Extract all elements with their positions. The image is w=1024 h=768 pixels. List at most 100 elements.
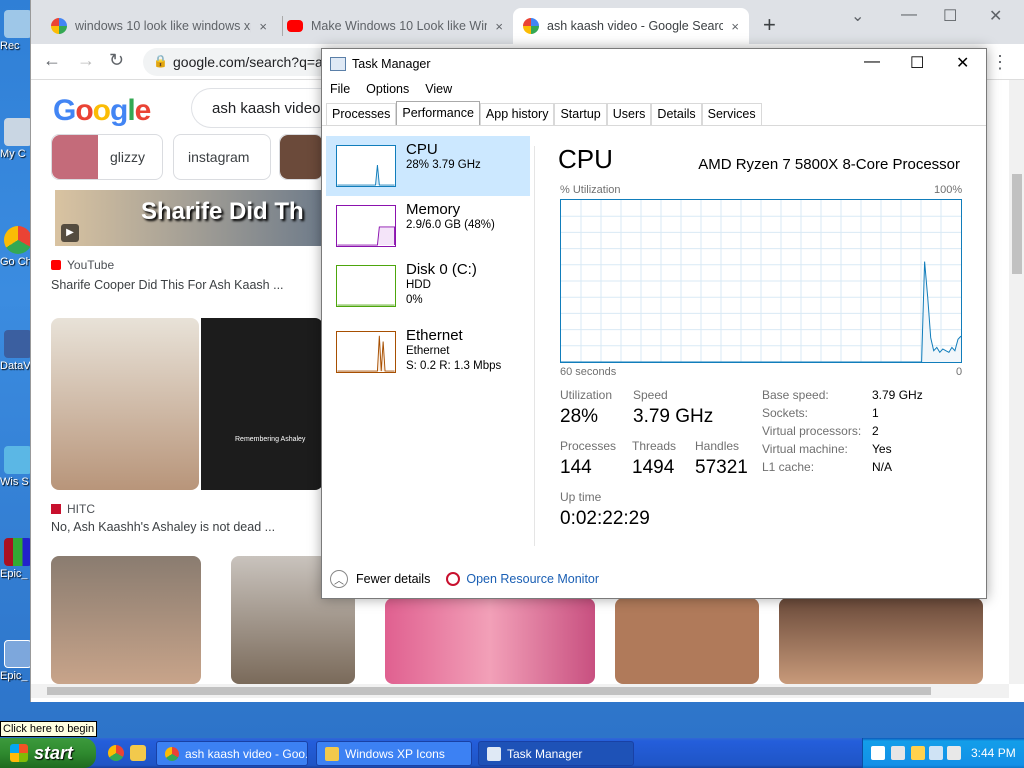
epic-file-icon[interactable]: Epic_: [0, 640, 34, 682]
wise-desktop-icon[interactable]: Wis S: [0, 446, 34, 488]
resource-ethernet[interactable]: Ethernet Ethernet S: 0.2 R: 1.3 Mbps: [326, 322, 530, 382]
network-icon[interactable]: [871, 746, 885, 760]
close-tab-icon[interactable]: ×: [731, 19, 739, 34]
chevron-down-icon[interactable]: ⌄: [851, 6, 864, 26]
result-title[interactable]: No, Ash Kaashh's Ashaley is not dead ...: [51, 520, 275, 534]
close-tab-icon[interactable]: ×: [259, 19, 267, 34]
menu-bar: File Options View: [322, 79, 986, 101]
result-image[interactable]: [779, 598, 983, 684]
windows-flag-icon: [10, 744, 28, 762]
processor-name: AMD Ryzen 7 5800X 8-Core Processor: [698, 156, 960, 173]
fewer-details-button[interactable]: ︿ Fewer details: [330, 570, 430, 588]
recycle-bin-icon[interactable]: Rec: [0, 10, 34, 52]
resource-cpu[interactable]: CPU 28% 3.79 GHz: [326, 136, 530, 196]
tab-details[interactable]: Details: [651, 103, 702, 125]
tab-services[interactable]: Services: [701, 103, 762, 125]
time-axis-end-label: 0: [956, 366, 963, 378]
scrollbar-thumb[interactable]: [1012, 174, 1022, 274]
base-speed-label: Base speed:: [762, 388, 829, 402]
menu-options[interactable]: Options: [358, 79, 417, 101]
processes-value: 144: [560, 457, 592, 478]
scrollbar-thumb[interactable]: [47, 687, 931, 695]
chip-thumbnail: [280, 135, 322, 179]
close-tab-icon[interactable]: ×: [495, 19, 503, 34]
chip-more[interactable]: [279, 134, 323, 180]
chrome-desktop-icon[interactable]: Go Ch: [0, 226, 34, 268]
tab-strip: windows 10 look like windows xp × Make W…: [31, 0, 1024, 44]
video-thumbnail[interactable]: Sharife Did Th ▶: [55, 190, 325, 246]
tab-ash-kaash-video[interactable]: ash kaash video - Google Search ×: [513, 8, 749, 44]
volume-icon[interactable]: [947, 746, 961, 760]
taskbar-button-task-manager[interactable]: Task Manager: [478, 741, 634, 766]
virtual-processors-value: 2: [872, 424, 879, 438]
resource-detail: HDD: [406, 279, 431, 291]
maximize-icon[interactable]: ☐: [910, 53, 924, 73]
youtube-favicon-icon: [287, 20, 303, 32]
maximize-icon[interactable]: ☐: [943, 6, 957, 26]
chrome-quicklaunch-icon[interactable]: [108, 745, 124, 761]
menu-view[interactable]: View: [417, 79, 460, 101]
sockets-value: 1: [872, 406, 879, 420]
disk-mini-graph: [336, 265, 396, 307]
memory-mini-graph: [336, 205, 396, 247]
result-title[interactable]: Sharife Cooper Did This For Ash Kaash ..…: [51, 278, 284, 292]
chip-instagram[interactable]: instagram: [173, 134, 271, 180]
datav-desktop-icon[interactable]: DataV: [0, 330, 34, 372]
forward-arrow-icon[interactable]: →: [77, 50, 95, 71]
my-computer-icon[interactable]: My C: [0, 118, 34, 160]
tab-startup[interactable]: Startup: [554, 103, 607, 125]
l1-cache-value: N/A: [872, 460, 893, 474]
handles-label: Handles: [695, 439, 740, 453]
result-image[interactable]: [615, 598, 759, 684]
utilization-value: 28%: [560, 406, 599, 427]
chip-glizzy[interactable]: glizzy: [51, 134, 163, 180]
display-icon[interactable]: [929, 746, 943, 760]
tab-bar: Processes Performance App history Startu…: [326, 101, 762, 125]
result-image[interactable]: [385, 598, 595, 684]
menu-kebab-icon[interactable]: ⋮: [991, 52, 1009, 73]
taskbar-button-chrome[interactable]: ash kaash video - Goo...: [156, 741, 308, 766]
tab-processes[interactable]: Processes: [326, 103, 397, 125]
back-arrow-icon[interactable]: ←: [43, 50, 61, 71]
time-axis-label: 60 seconds: [560, 366, 617, 378]
tab-windows-10-xp[interactable]: windows 10 look like windows xp ×: [41, 8, 277, 44]
close-icon[interactable]: ✕: [956, 53, 969, 73]
l1-cache-label: L1 cache:: [762, 460, 815, 474]
reload-icon[interactable]: ↻: [109, 50, 124, 71]
winrar-archive-icon[interactable]: Epic_: [0, 538, 34, 580]
clock[interactable]: 3:44 PM: [971, 746, 1016, 760]
vertical-scrollbar[interactable]: [1009, 80, 1024, 684]
speed-label: Speed: [633, 388, 668, 402]
tab-users[interactable]: Users: [606, 103, 652, 125]
task-manager-titlebar[interactable]: Task Manager — ☐ ✕: [322, 49, 986, 79]
resource-name: Ethernet: [406, 327, 463, 344]
task-manager-window: Task Manager — ☐ ✕ File Options View Pro…: [321, 48, 987, 599]
result-image[interactable]: Remembering Ashaley: [201, 318, 323, 490]
folder-quicklaunch-icon[interactable]: [130, 745, 146, 761]
notification-icon[interactable]: [911, 746, 925, 760]
horizontal-scrollbar[interactable]: [31, 684, 1009, 698]
taskbar-button-windows-xp-icons[interactable]: Windows XP Icons: [316, 741, 472, 766]
result-image[interactable]: [51, 556, 201, 684]
google-logo[interactable]: Google: [53, 94, 151, 128]
handles-value: 57321: [695, 457, 748, 478]
menu-file[interactable]: File: [322, 79, 358, 101]
new-tab-button[interactable]: +: [763, 14, 776, 36]
tab-performance[interactable]: Performance: [396, 101, 480, 125]
open-resource-monitor-link[interactable]: Open Resource Monitor: [446, 572, 599, 586]
start-button[interactable]: start: [0, 738, 96, 768]
utilization-axis-label: % Utilization: [560, 184, 621, 196]
tab-app-history[interactable]: App history: [479, 103, 555, 125]
result-image[interactable]: [51, 318, 199, 490]
chrome-icon: [165, 746, 179, 761]
google-favicon-icon: [51, 18, 67, 34]
close-window-icon[interactable]: ✕: [989, 6, 1002, 26]
security-shield-icon[interactable]: [891, 746, 905, 760]
resource-memory[interactable]: Memory 2.9/6.0 GB (48%): [326, 196, 530, 256]
youtube-favicon-icon: [51, 260, 61, 270]
tab-make-windows-10[interactable]: Make Windows 10 Look like Win ×: [277, 8, 513, 44]
result-source: YouTube: [51, 258, 114, 272]
minimize-icon[interactable]: —: [864, 53, 880, 71]
minimize-icon[interactable]: —: [901, 6, 917, 24]
resource-disk[interactable]: Disk 0 (C:) HDD 0%: [326, 256, 530, 316]
